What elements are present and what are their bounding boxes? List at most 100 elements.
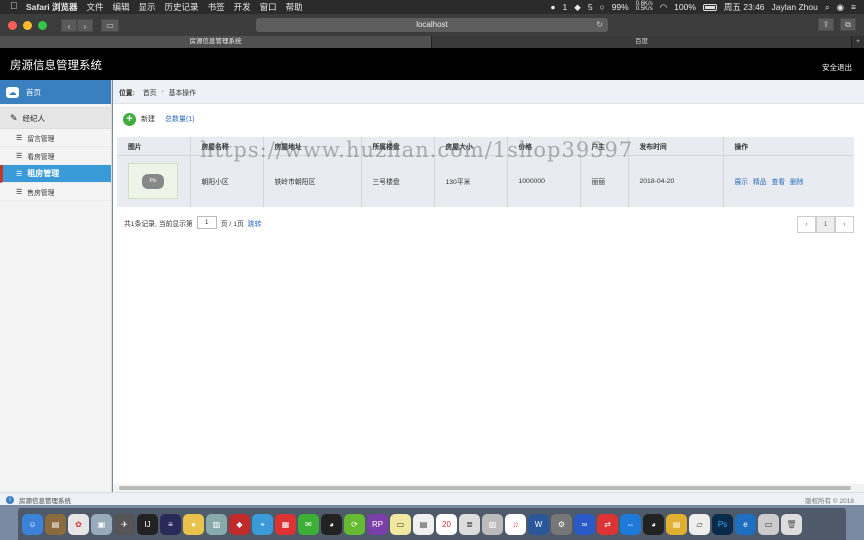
bird-app-icon[interactable]: ●: [183, 513, 204, 535]
textedit-icon[interactable]: ▤: [413, 513, 434, 535]
close-window-button[interactable]: [8, 20, 17, 30]
tabs-overview-icon[interactable]: ⧉: [840, 18, 856, 31]
preview2-icon[interactable]: ▨: [482, 513, 503, 535]
share-icon[interactable]: ⇪: [818, 18, 834, 31]
reload-icon[interactable]: ↻: [596, 18, 603, 32]
teamviewer-icon[interactable]: ⇄: [597, 513, 618, 535]
word-icon[interactable]: W: [528, 513, 549, 535]
menu-help[interactable]: 帮助: [286, 1, 303, 13]
edge-icon[interactable]: e: [735, 513, 756, 535]
folder-app-icon[interactable]: ▤: [666, 513, 687, 535]
scrollbar-thumb[interactable]: [119, 486, 851, 490]
baidu-netdisk-icon[interactable]: ∞: [574, 513, 595, 535]
total-count-link[interactable]: 总数量(1): [165, 114, 195, 124]
breadcrumb: 位置: 首页 › 基本操作: [113, 80, 864, 104]
menu-file[interactable]: 文件: [87, 1, 104, 13]
menu-history[interactable]: 历史记录: [165, 1, 199, 13]
redis-icon[interactable]: ◆: [229, 513, 250, 535]
menu-develop[interactable]: 开发: [234, 1, 251, 13]
cell-date: 2018-04-20: [628, 155, 724, 207]
database-icon[interactable]: ▥: [206, 513, 227, 535]
jump-link[interactable]: 跳转: [248, 218, 262, 228]
music-icon[interactable]: ♫: [505, 513, 526, 535]
apple-icon[interactable]: : [10, 0, 20, 14]
menu-edit[interactable]: 编辑: [113, 1, 130, 13]
qq-status-icon[interactable]: ◆: [574, 2, 581, 13]
pages-icon[interactable]: ▱: [689, 513, 710, 535]
tab-house-system[interactable]: 房源信息管理系统: [0, 36, 432, 48]
sidebar-home[interactable]: ☁ 首页: [0, 80, 111, 104]
wifi-icon[interactable]: ◠: [660, 2, 667, 13]
teamviewer2-icon[interactable]: ⇔: [620, 513, 641, 535]
show-link[interactable]: 展示: [735, 179, 749, 186]
launchpad-icon[interactable]: ✈: [114, 513, 135, 535]
footer-title: 房源信息管理系统: [19, 498, 71, 505]
zoom-window-button[interactable]: [38, 20, 47, 30]
qq-icon[interactable]: ◕: [321, 513, 342, 535]
col-ops: 操作: [723, 137, 854, 156]
sidebar-item-messages[interactable]: ☰ 留言管理: [0, 129, 111, 147]
preview-icon[interactable]: ▣: [91, 513, 112, 535]
sequel-icon[interactable]: ≡: [160, 513, 181, 535]
datetime[interactable]: 周五 23:46: [724, 1, 765, 13]
minimize-window-button[interactable]: [23, 20, 32, 30]
logout-link[interactable]: 安全退出: [822, 62, 852, 73]
delete-link[interactable]: 删除: [790, 179, 804, 186]
horizontal-scrollbar[interactable]: [113, 484, 864, 492]
system-preferences-icon[interactable]: ⚙: [551, 513, 572, 535]
cell-building: 三号楼盘: [361, 155, 435, 207]
calendar-icon[interactable]: 20: [436, 513, 457, 535]
sidebar-item-sales[interactable]: ☰ 售房管理: [0, 183, 111, 201]
notification-center-icon[interactable]: ≡: [851, 2, 856, 12]
menu-bookmarks[interactable]: 书签: [208, 1, 225, 13]
notif-count: 1: [562, 2, 568, 12]
trash-icon[interactable]: 🗑: [781, 513, 802, 535]
cpu-icon[interactable]: ○: [600, 2, 605, 12]
stickies-icon[interactable]: ▭: [390, 513, 411, 535]
sidebar-item-viewings[interactable]: ☰ 看房管理: [0, 147, 111, 165]
menu-view[interactable]: 显示: [139, 1, 156, 13]
green-app-icon[interactable]: ⟳: [344, 513, 365, 535]
safari-icon[interactable]: ⌖: [252, 513, 273, 535]
menu-app-name[interactable]: Safari 浏览器: [26, 1, 78, 13]
tab-bar: 房源信息管理系统 百度 +: [0, 36, 864, 48]
page-number-input[interactable]: 1: [196, 216, 217, 229]
photos-icon[interactable]: ✿: [68, 513, 89, 535]
axure-rp-icon[interactable]: RP: [367, 513, 388, 535]
notification-icon[interactable]: ●: [550, 2, 555, 12]
add-icon[interactable]: +: [123, 112, 136, 126]
screen:  Safari 浏览器 文件 编辑 显示 历史记录 书签 开发 窗口 帮助 ●…: [0, 0, 864, 540]
folder-icon[interactable]: ▭: [758, 513, 779, 535]
intellij-icon[interactable]: IJ: [137, 513, 158, 535]
back-button[interactable]: ‹: [61, 18, 77, 32]
breadcrumb-home[interactable]: 首页: [143, 87, 157, 97]
spotlight-icon[interactable]: ⌕: [825, 2, 830, 13]
wechat-icon[interactable]: ✉: [298, 513, 319, 535]
prev-page-button[interactable]: ‹: [797, 216, 816, 233]
url-text: localhost: [416, 20, 448, 29]
notes-app-icon[interactable]: ▤: [45, 513, 66, 535]
sidebar-toggle-icon[interactable]: ▭: [101, 18, 119, 32]
new-button[interactable]: 新建: [141, 114, 155, 124]
text-icon[interactable]: ≣: [459, 513, 480, 535]
page-1-button[interactable]: 1: [816, 216, 835, 233]
sidebar-item-rentals[interactable]: ☰ 租房管理: [0, 165, 111, 183]
user-name[interactable]: Jaylan Zhou: [772, 2, 818, 12]
new-tab-button[interactable]: +: [852, 36, 864, 48]
forward-button[interactable]: ›: [77, 18, 93, 32]
view-link[interactable]: 查看: [771, 179, 785, 186]
next-page-button[interactable]: ›: [835, 216, 854, 233]
photoshop-icon[interactable]: Ps: [712, 513, 733, 535]
sidebar-group-agent[interactable]: ✎ 经纪人: [0, 107, 111, 129]
menubar:  Safari 浏览器 文件 编辑 显示 历史记录 书签 开发 窗口 帮助 ●…: [0, 0, 864, 14]
featured-link[interactable]: 精品: [753, 179, 767, 186]
finder-icon[interactable]: ☺: [22, 513, 43, 535]
house-thumbnail[interactable]: Pix: [128, 163, 178, 200]
battery-icon[interactable]: [702, 3, 717, 11]
presentation-icon[interactable]: ▦: [275, 513, 296, 535]
tab-baidu[interactable]: 百度: [432, 36, 852, 48]
qq2-icon[interactable]: ◕: [643, 513, 664, 535]
address-bar[interactable]: localhost ↻: [256, 18, 608, 32]
menu-window[interactable]: 窗口: [260, 1, 277, 13]
siri-icon[interactable]: ◉: [837, 2, 844, 13]
